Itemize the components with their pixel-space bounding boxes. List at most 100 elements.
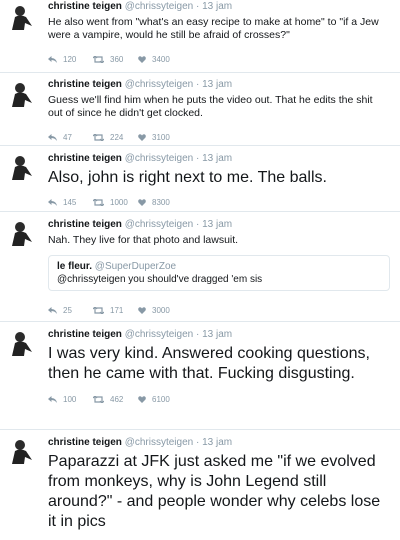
tweet-header: christine teigen @chrissyteigen · 13 jam [48,78,390,91]
separator-dot: · [195,1,200,12]
quoted-tweet[interactable]: le fleur. @SuperDuperZoe @chrissyteigen … [48,255,390,291]
reply-button[interactable]: 25 [48,306,93,315]
reply-icon [48,55,57,63]
like-count: 3000 [152,305,170,315]
author-name[interactable]: christine teigen [48,329,122,340]
reply-button[interactable]: 47 [48,133,93,142]
like-button[interactable]: 8300 [138,198,183,207]
avatar[interactable] [10,154,34,180]
retweet-icon [93,306,104,314]
reply-count: 145 [63,197,77,207]
author-handle[interactable]: @chrissyteigen [125,153,194,164]
like-count: 8300 [152,197,170,207]
timestamp[interactable]: 13 jam [202,79,232,90]
like-button[interactable]: 3400 [138,55,183,64]
retweet-icon [93,133,104,141]
retweet-count: 224 [110,132,124,142]
quoted-text: @chrissyteigen you should've dragged 'em… [57,274,263,285]
reply-count: 100 [63,394,77,404]
heart-icon [138,395,146,403]
separator-dot: · [195,329,200,340]
heart-icon [138,198,146,206]
separator-dot: · [195,437,200,448]
retweet-icon [93,198,104,206]
like-count: 3400 [152,54,170,64]
author-name[interactable]: christine teigen [48,437,122,448]
author-handle[interactable]: @chrissyteigen [125,329,194,340]
author-handle[interactable]: @chrissyteigen [125,219,194,230]
tweet-text: Paparazzi at JFK just asked me "if we ev… [48,453,381,530]
author-handle[interactable]: @chrissyteigen [125,437,194,448]
tweet-feed: christine teigen @chrissyteigen · 13 jam… [0,0,400,532]
tweet-actions: 100 462 6100 [48,390,390,408]
avatar[interactable] [10,330,34,356]
reply-button[interactable]: 100 [48,395,93,404]
separator-dot: · [195,219,200,230]
tweet-actions: 47 224 3100 [48,128,390,146]
tweet-header: christine teigen @chrissyteigen · 13 jam [48,328,390,341]
tweet[interactable]: christine teigen @chrissyteigen · 13 jam… [0,0,400,73]
retweet-button[interactable]: 1000 [93,198,138,207]
separator-dot: · [195,153,200,164]
retweet-icon [93,395,104,403]
tweet-header: christine teigen @chrissyteigen · 13 jam [48,436,390,449]
timestamp[interactable]: 13 jam [202,437,232,448]
retweet-button[interactable]: 224 [93,133,138,142]
reply-count: 47 [63,132,72,142]
tweet-header: christine teigen @chrissyteigen · 13 jam [48,218,390,231]
retweet-icon [93,55,104,63]
author-handle[interactable]: @chrissyteigen [125,1,194,12]
like-count: 3100 [152,132,170,142]
tweet-text: Also, john is right next to me. The ball… [48,169,327,186]
author-name[interactable]: christine teigen [48,153,122,164]
heart-icon [138,55,146,63]
reply-icon [48,198,57,206]
separator-dot: · [195,79,200,90]
tweet-text: I was very kind. Answered cooking questi… [48,345,370,382]
tweet[interactable]: christine teigen @chrissyteigen · 13 jam… [0,146,400,212]
retweet-count: 171 [110,305,124,315]
tweet[interactable]: christine teigen @chrissyteigen · 13 jam… [0,322,400,430]
reply-icon [48,306,57,314]
like-button[interactable]: 3000 [138,306,183,315]
heart-icon [138,133,146,141]
author-name[interactable]: christine teigen [48,219,122,230]
author-name[interactable]: christine teigen [48,79,122,90]
timestamp[interactable]: 13 jam [202,329,232,340]
tweet-actions: 25 171 3000 [48,301,390,319]
retweet-count: 1000 [110,197,128,207]
like-button[interactable]: 3100 [138,133,183,142]
tweet-header: christine teigen @chrissyteigen · 13 jam [48,152,390,165]
retweet-button[interactable]: 171 [93,306,138,315]
tweet[interactable]: christine teigen @chrissyteigen · 13 jam… [0,430,400,532]
tweet-actions: 120 360 3400 [48,50,390,68]
like-count: 6100 [152,394,170,404]
retweet-count: 462 [110,394,124,404]
avatar[interactable] [10,220,34,246]
avatar[interactable] [10,4,34,30]
tweet-text: Nah. They live for that photo and lawsui… [48,234,239,246]
reply-count: 25 [63,305,72,315]
timestamp[interactable]: 13 jam [202,1,232,12]
timestamp[interactable]: 13 jam [202,219,232,230]
reply-button[interactable]: 145 [48,198,93,207]
quoted-author-name: le fleur. [57,261,93,272]
tweet[interactable]: christine teigen @chrissyteigen · 13 jam… [0,212,400,322]
tweet[interactable]: christine teigen @chrissyteigen · 13 jam… [0,73,400,146]
retweet-button[interactable]: 462 [93,395,138,404]
reply-button[interactable]: 120 [48,55,93,64]
avatar[interactable] [10,438,34,464]
tweet-header: christine teigen @chrissyteigen · 13 jam [48,0,390,13]
tweet-actions: 145 1000 8300 [48,193,390,211]
tweet-text: He also went from "what's an easy recipe… [48,16,379,41]
reply-icon [48,395,57,403]
like-button[interactable]: 6100 [138,395,183,404]
avatar[interactable] [10,81,34,107]
timestamp[interactable]: 13 jam [202,153,232,164]
reply-count: 120 [63,54,77,64]
retweet-button[interactable]: 360 [93,55,138,64]
reply-icon [48,133,57,141]
author-handle[interactable]: @chrissyteigen [125,79,194,90]
quoted-author-handle: @SuperDuperZoe [94,261,177,272]
author-name[interactable]: christine teigen [48,1,122,12]
